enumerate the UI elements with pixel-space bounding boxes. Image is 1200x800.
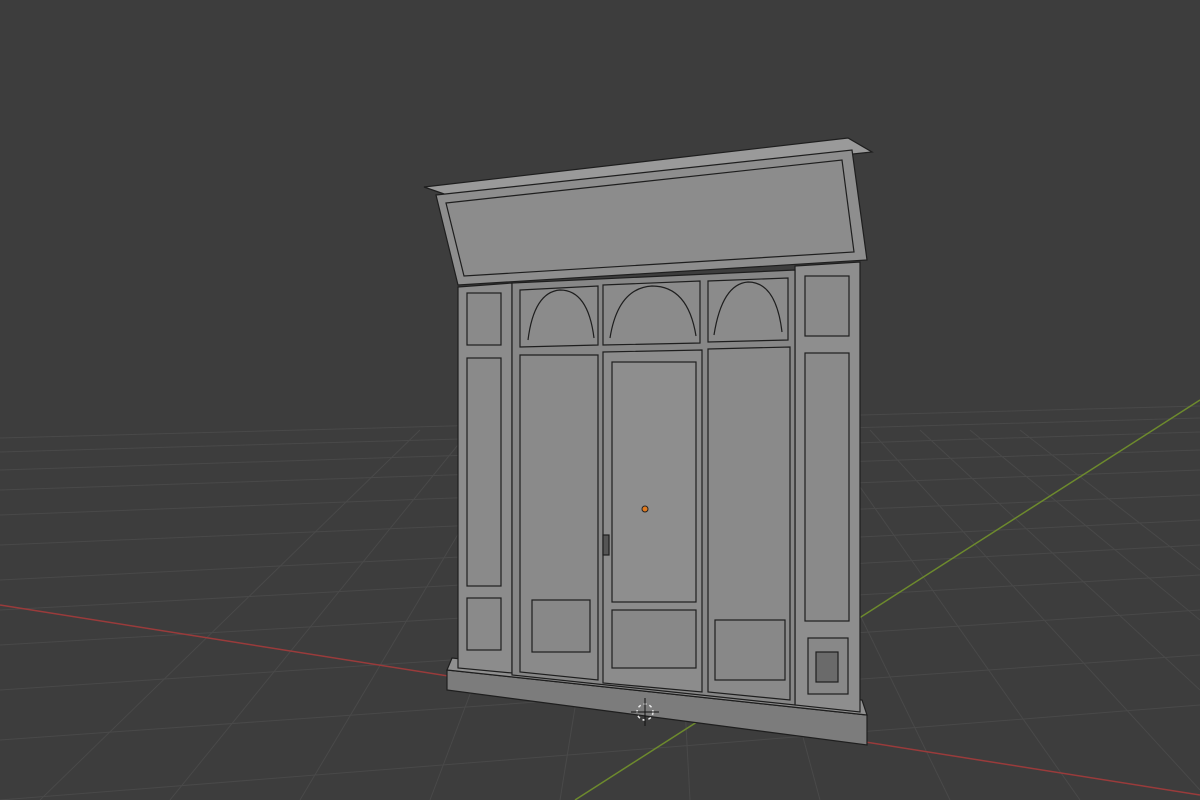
door-center-panel xyxy=(611,609,697,669)
ornament-carving xyxy=(815,651,839,683)
transom-center xyxy=(602,280,701,346)
left-panel-middle xyxy=(466,357,502,587)
door-handle xyxy=(602,534,610,556)
door-center-glass xyxy=(611,361,697,603)
right-panel-middle xyxy=(804,352,850,622)
door-right-panel xyxy=(714,619,786,681)
transom-left xyxy=(519,285,599,348)
door-mesh[interactable] xyxy=(423,137,874,746)
3d-viewport[interactable] xyxy=(0,0,1200,800)
left-panel-upper xyxy=(466,292,502,346)
left-panel-lower xyxy=(466,597,502,651)
viewport-scene[interactable] xyxy=(0,0,1200,800)
right-panel-upper xyxy=(804,275,850,337)
door-left-panel xyxy=(531,599,591,653)
object-origin-dot-icon[interactable] xyxy=(641,505,649,513)
